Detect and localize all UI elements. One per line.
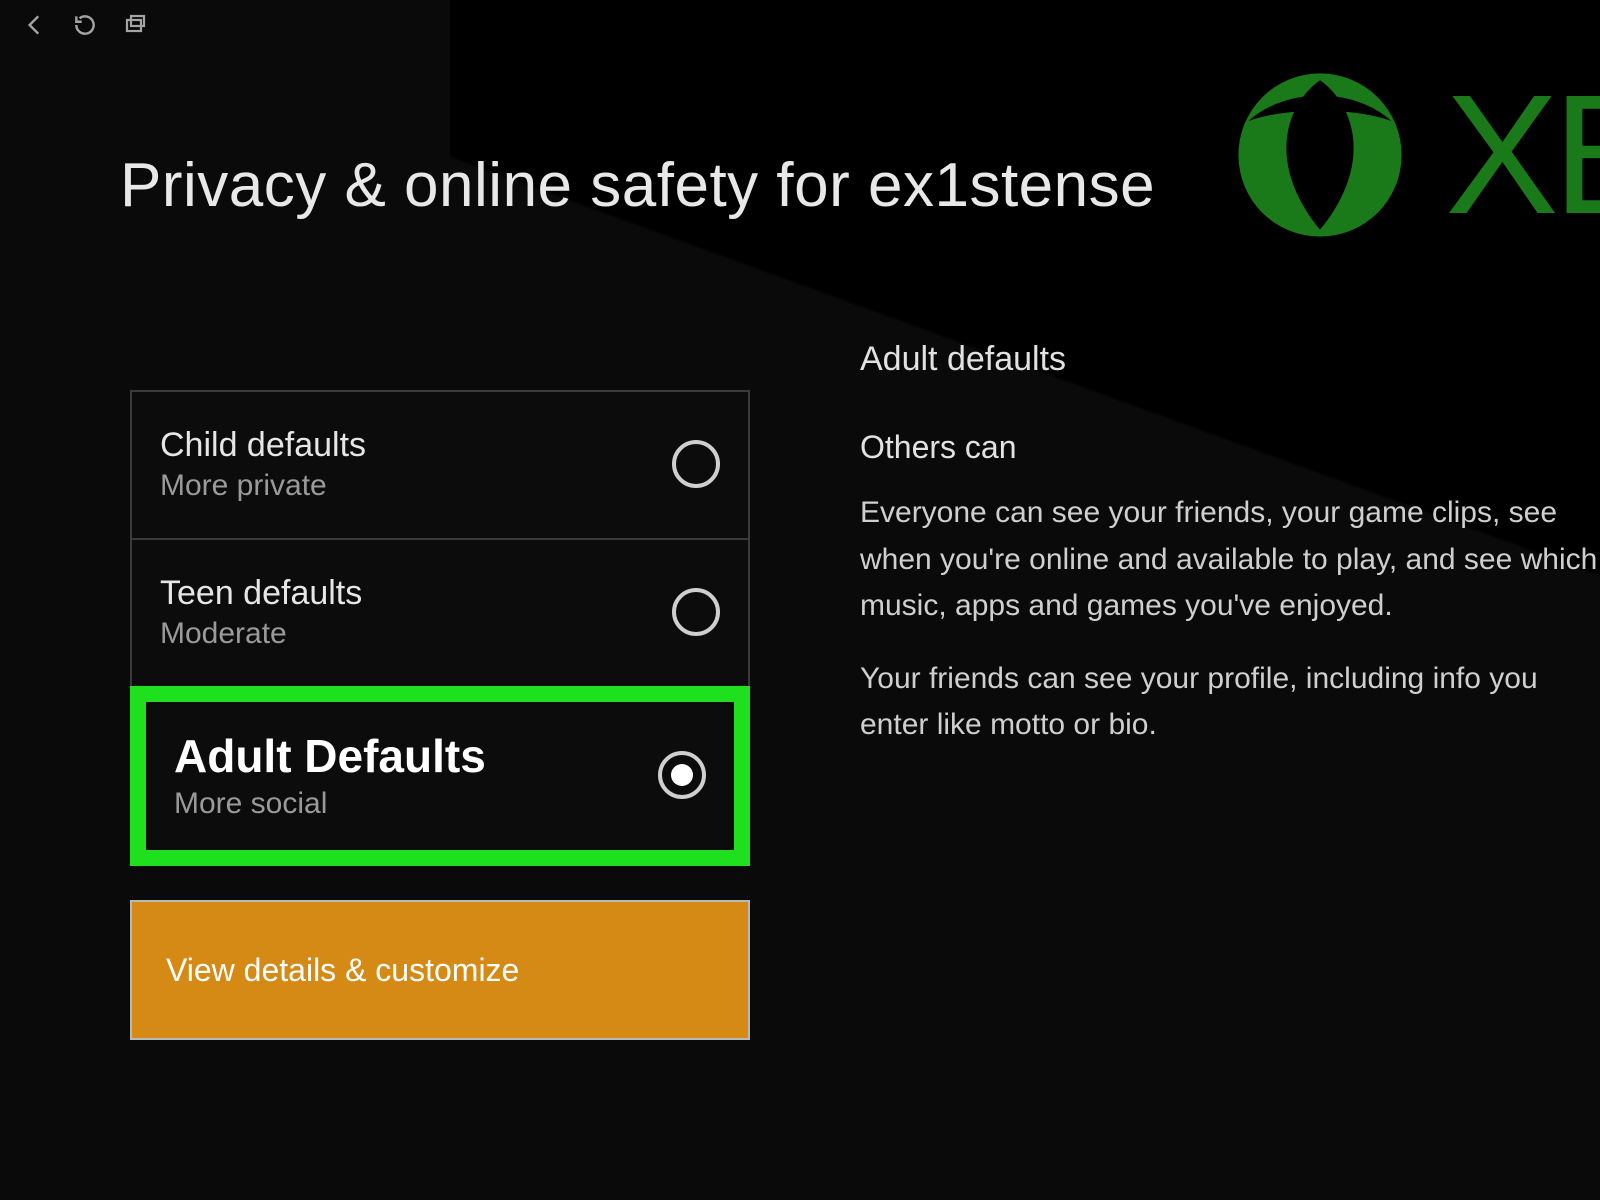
preset-subtitle: More social — [174, 787, 486, 821]
preset-description: Adult defaults Others can Everyone can s… — [860, 340, 1600, 775]
radio-icon — [672, 588, 720, 636]
desc-paragraph: Everyone can see your friends, your game… — [860, 490, 1600, 630]
preset-child[interactable]: Child defaults More private — [130, 390, 750, 540]
preset-title: Child defaults — [160, 426, 366, 465]
radio-icon — [672, 440, 720, 488]
radio-icon — [658, 751, 706, 799]
desc-subheading: Others can — [860, 429, 1600, 466]
page-title: Privacy & online safety for ex1stense — [120, 150, 1155, 221]
app-title: Xbox — [0, 12, 1600, 43]
xbox-logo: XB — [1235, 70, 1600, 240]
preset-teen[interactable]: Teen defaults Moderate — [130, 538, 750, 688]
preset-subtitle: More private — [160, 469, 366, 503]
desc-paragraph: Your friends can see your profile, inclu… — [860, 656, 1600, 749]
preset-adult[interactable]: Adult Defaults More social — [130, 686, 750, 866]
view-details-button[interactable]: View details & customize — [130, 900, 750, 1040]
xbox-wordmark: XB — [1445, 70, 1600, 240]
desc-heading: Adult defaults — [860, 340, 1600, 379]
preset-subtitle: Moderate — [160, 617, 362, 651]
preset-title: Teen defaults — [160, 574, 362, 613]
privacy-preset-list: Child defaults More private Teen default… — [130, 390, 750, 866]
button-label: View details & customize — [166, 952, 519, 989]
xbox-sphere-icon — [1235, 70, 1405, 240]
preset-title: Adult Defaults — [174, 729, 486, 783]
